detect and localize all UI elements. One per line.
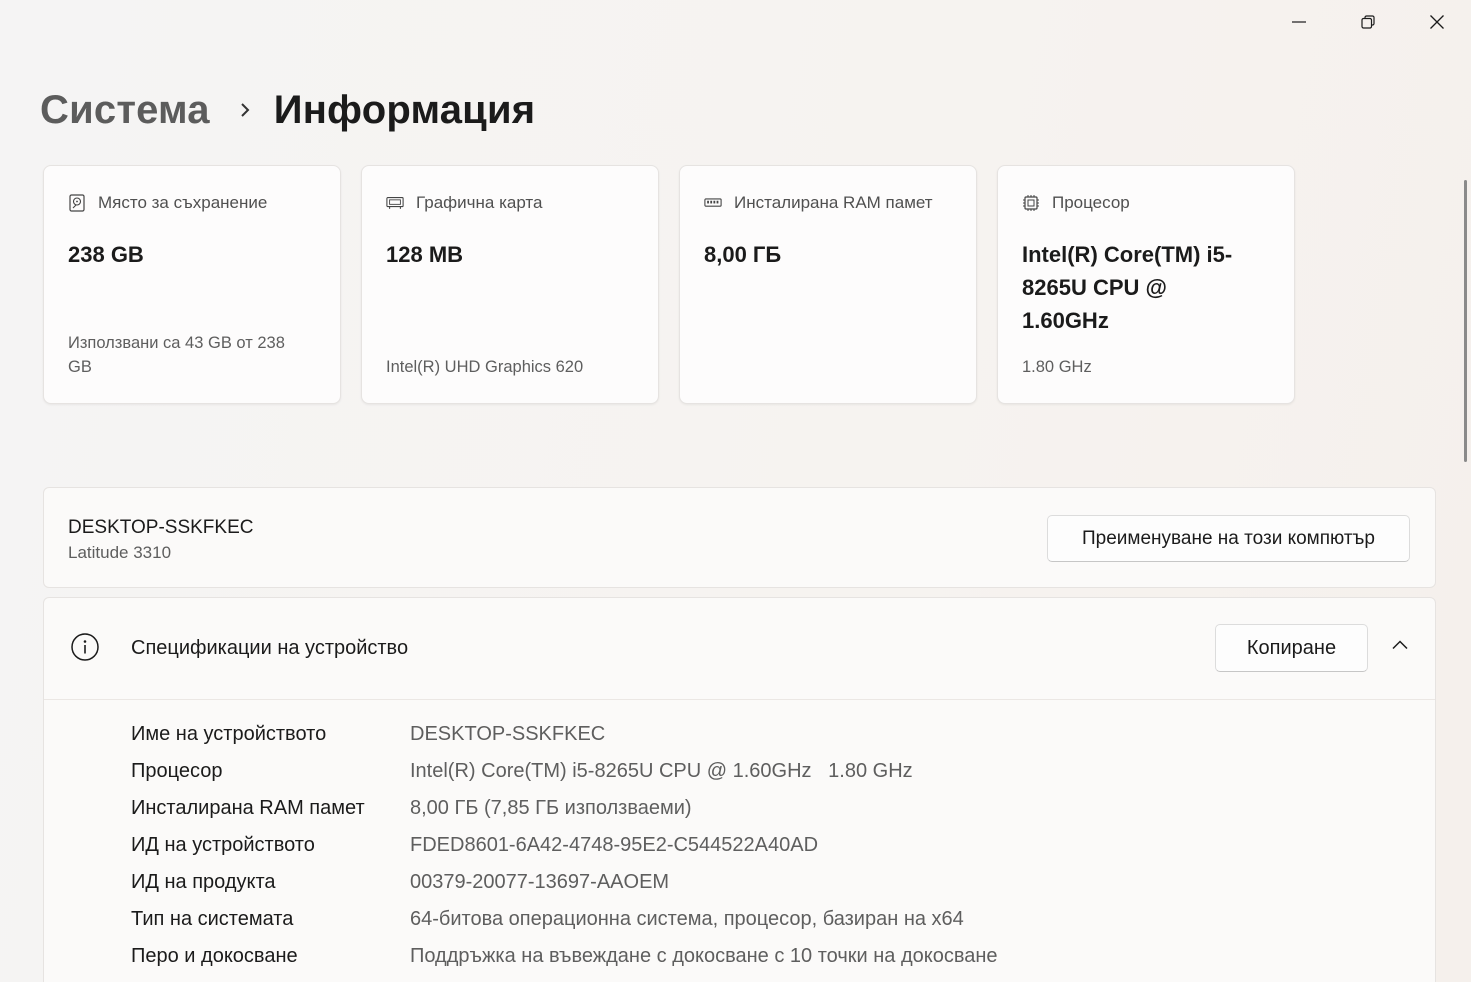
breadcrumb-parent-link[interactable]: Система [40,88,210,133]
device-name: DESKTOP-SSKFKEC [68,517,254,538]
processor-card[interactable]: Процесор Intel(R) Core(TM) i5-8265U CPU … [997,165,1295,404]
storage-card[interactable]: Място за съхранение 238 GB Използвани са… [43,165,341,404]
card-label: Графична карта [416,193,543,212]
spec-key: Перо и докосване [131,945,298,967]
processor-icon [1022,194,1040,212]
card-label: Място за съхранение [98,193,268,212]
copy-button[interactable]: Копиране [1215,624,1368,672]
minimize-icon [1291,21,1306,23]
spec-key: Име на устройството [131,723,327,745]
spec-key: ИД на продукта [131,871,276,893]
graphics-card-icon [386,194,404,212]
spec-key: Инсталирана RAM памет [131,797,365,819]
restore-button[interactable] [1333,0,1402,44]
device-model: Latitude 3310 [68,543,172,562]
spec-row: Име на устройството DESKTOP-SSKFKEC [131,716,998,753]
card-value: 128 MB [386,242,464,267]
spec-row: ИД на продукта 00379-20077-13697-AAOEM [131,864,998,901]
spec-list: Име на устройството DESKTOP-SSKFKEC Проце… [131,716,998,975]
close-icon [1429,15,1444,29]
spec-row: Перо и докосване Поддръжка на въвеждане с… [131,938,998,975]
card-value: 238 GB [68,242,144,267]
graphics-card[interactable]: Графична карта 128 MB Intel(R) UHD Graph… [361,165,659,404]
spec-row: Процесор Intel(R) Core(TM) i5-8265U CPU @… [131,753,998,790]
ram-card[interactable]: Инсталирана RAM памет 8,00 ГБ [679,165,977,404]
chevron-up-icon[interactable] [1391,638,1409,656]
spec-value: 64-битова операционна система, процесор,… [410,908,964,930]
card-value: 8,00 ГБ [704,242,782,267]
minimize-button[interactable] [1264,0,1333,44]
spec-value: FDED8601-6A42-4748-95E2-C544522A40AD [410,834,819,856]
breadcrumb: Система Информация [40,84,535,136]
scrollbar[interactable] [1464,180,1467,462]
device-specs-header[interactable]: Спецификации на устройство Копиране [44,598,1435,700]
spec-value: Intel(R) Core(TM) i5-8265U CPU @ 1.60GHz… [410,760,913,782]
device-name-panel: DESKTOP-SSKFKEC Latitude 3310 Преименува… [43,487,1436,588]
card-subtext: 1.80 GHz [1022,358,1092,376]
spec-key: Тип на системата [131,908,294,930]
spec-key: Процесор [131,760,223,782]
summary-cards: Място за съхранение 238 GB Използвани са… [43,165,1295,404]
rename-pc-button[interactable]: Преименуване на този компютър [1047,515,1410,562]
window-controls [1264,0,1471,44]
card-subtext: Използвани са 43 GB от 238 GB [68,334,285,376]
card-subtext: Intel(R) UHD Graphics 620 [386,358,584,376]
page-title: Информация [273,87,536,132]
device-specs-panel: Спецификации на устройство Копиране Име … [43,597,1436,982]
storage-icon [68,194,86,212]
close-button[interactable] [1402,0,1471,44]
ram-icon [704,194,722,212]
spec-value: Поддръжка на въвеждане с докосване с 10 … [410,945,998,967]
spec-value: DESKTOP-SSKFKEC [410,723,606,745]
chevron-right-icon [238,100,252,120]
spec-row: ИД на устройството FDED8601-6A42-4748-95E… [131,827,998,864]
card-value: Intel(R) Core(TM) i5-8265U CPU @ 1.60GHz [1022,242,1233,333]
info-icon [70,632,100,667]
spec-row: Тип на системата 64-битова операционна си… [131,901,998,938]
spec-value: 8,00 ГБ (7,85 ГБ използваеми) [410,797,692,819]
spec-value: 00379-20077-13697-AAOEM [410,871,670,893]
device-specs-title: Спецификации на устройство [131,637,409,659]
spec-row: Инсталирана RAM памет 8,00 ГБ (7,85 ГБ из… [131,790,998,827]
restore-icon [1360,15,1375,29]
card-label: Инсталирана RAM памет [734,193,933,212]
spec-key: ИД на устройството [131,834,315,856]
card-label: Процесор [1052,193,1130,212]
